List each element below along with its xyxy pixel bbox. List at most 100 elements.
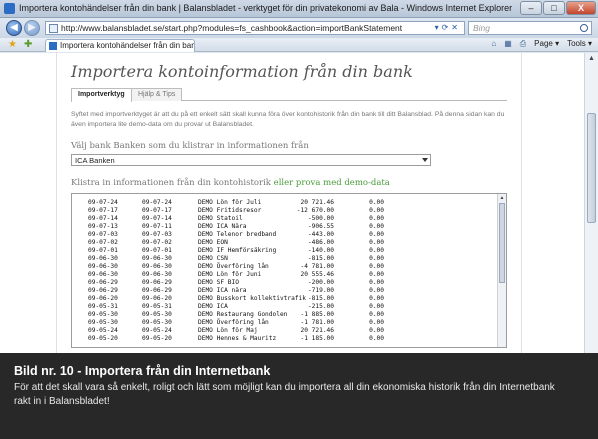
date-value: 09-06-30	[142, 255, 172, 262]
transaction-text: DEMO Busskort kollektivtrafik	[198, 295, 307, 302]
minimize-button[interactable]: –	[520, 1, 542, 15]
balance: 0.00	[369, 215, 384, 222]
caption-title: Bild nr. 10 - Importera från din Interne…	[14, 364, 271, 378]
amount: 20 721.46	[300, 327, 334, 334]
page-title: Importera kontoinformation från din bank	[71, 62, 413, 81]
date-value: 09-05-30	[142, 319, 172, 326]
tab-page-icon	[49, 42, 57, 50]
balance: 0.00	[369, 311, 384, 318]
transaction-text: DEMO CSN	[198, 255, 228, 262]
date-booked: 09-05-24	[88, 327, 118, 334]
bank-select-label: Välj bank Banken som du klistrar in info…	[71, 141, 309, 151]
transaction-row: 09-05-30 09-05-30 DEMO Restaurang Gondolen…	[72, 311, 492, 319]
search-placeholder: Bing	[473, 23, 491, 33]
paste-label-text: Klistra in informationen från din kontoh…	[71, 178, 271, 188]
transaction-text: DEMO Restaurang Gondolen	[198, 311, 288, 318]
search-icon[interactable]	[580, 24, 588, 32]
back-button[interactable]: ◀	[6, 20, 22, 36]
amount: -12 670.00	[296, 207, 334, 214]
address-input[interactable]: http://www.balansbladet.se/start.php?mod…	[45, 21, 465, 35]
transaction-text: DEMO Statoil	[198, 215, 243, 222]
balance: 0.00	[369, 295, 384, 302]
maximize-button[interactable]: □	[543, 1, 565, 15]
textarea-scrollbar[interactable]: ▲	[497, 194, 506, 347]
date-value: 09-07-11	[142, 223, 172, 230]
date-booked: 09-07-24	[88, 199, 118, 206]
scroll-thumb[interactable]	[587, 113, 596, 223]
balance: 0.00	[369, 319, 384, 326]
date-booked: 09-05-20	[88, 335, 118, 342]
scroll-up-icon[interactable]: ▲	[587, 55, 596, 64]
amount: -215.00	[307, 303, 334, 310]
amount: -443.00	[307, 231, 334, 238]
date-booked: 09-07-03	[88, 231, 118, 238]
content-panel: Importera kontoinformation från din bank…	[56, 53, 522, 353]
balance: 0.00	[369, 239, 384, 246]
date-value: 09-06-29	[142, 287, 172, 294]
tab-importverktyg[interactable]: Importverktyg	[71, 88, 132, 102]
date-booked: 09-05-31	[88, 303, 118, 310]
amount: -815.00	[307, 255, 334, 262]
transaction-row: 09-06-30 09-06-30 DEMO CSN -815.00 0.00	[72, 255, 492, 263]
intro-text: Syftet med importverktyget är att du på …	[71, 111, 505, 128]
date-value: 09-06-30	[142, 271, 172, 278]
balance: 0.00	[369, 263, 384, 270]
balance: 0.00	[369, 223, 384, 230]
page-menu[interactable]: Page ▾	[534, 39, 559, 49]
transaction-row: 09-05-31 09-05-31 DEMO ICA -215.00 0.00	[72, 303, 492, 311]
statement-textarea[interactable]: ▲ 09-07-24 09-07-24 DEMO Lön för Juli 20 72…	[71, 193, 507, 348]
amount: 20 721.46	[300, 199, 334, 206]
balance: 0.00	[369, 199, 384, 206]
date-booked: 09-06-30	[88, 271, 118, 278]
transaction-text: DEMO Hennes & Mauritz	[198, 335, 277, 342]
scroll-up-icon[interactable]: ▲	[499, 195, 505, 201]
browser-tab[interactable]: Importera kontohändelser från din bank |…	[45, 39, 195, 52]
date-value: 09-05-30	[142, 311, 172, 318]
page-scrollbar[interactable]: ▲	[584, 53, 598, 353]
bank-select[interactable]: ICA Banken	[71, 154, 431, 166]
balance: 0.00	[369, 207, 384, 214]
window-controls: – □ X	[520, 1, 596, 15]
balance: 0.00	[369, 335, 384, 342]
refresh-stop-icons[interactable]: ▾⟳✕	[435, 23, 461, 32]
balance: 0.00	[369, 255, 384, 262]
selected-bank: ICA Banken	[75, 156, 115, 165]
date-booked: 09-07-02	[88, 239, 118, 246]
date-booked: 09-06-30	[88, 255, 118, 262]
transaction-row: 09-07-01 09-07-01 DEMO IF Hemförsäkring -14…	[72, 247, 492, 255]
command-row: ★ ✚ Importera kontohändelser från din ba…	[0, 38, 598, 52]
tools-menu[interactable]: Tools ▾	[567, 39, 592, 49]
transaction-text: DEMO SF BIO	[198, 279, 239, 286]
forward-button[interactable]: ▶	[24, 20, 40, 36]
date-booked: 09-07-13	[88, 223, 118, 230]
close-button[interactable]: X	[566, 1, 596, 15]
add-favorites-icon[interactable]: ✚	[24, 39, 32, 50]
date-booked: 09-07-14	[88, 215, 118, 222]
transaction-row: 09-07-17 09-07-17 DEMO Fritidsresor -12 670…	[72, 207, 492, 215]
address-row: ◀ ▶ http://www.balansbladet.se/start.php…	[0, 18, 598, 38]
home-icon[interactable]: ⌂	[491, 39, 496, 49]
date-value: 09-05-31	[142, 303, 172, 310]
amount: -1 185.00	[300, 335, 334, 342]
scroll-thumb[interactable]	[499, 203, 505, 283]
search-input[interactable]: Bing	[468, 21, 592, 35]
demo-data-link[interactable]: eller prova med demo-data	[274, 178, 390, 188]
transaction-row: 09-05-20 09-05-20 DEMO Hennes & Mauritz -1 …	[72, 335, 492, 343]
transaction-text: DEMO EON	[198, 239, 228, 246]
page-icon	[49, 24, 58, 33]
transaction-text: DEMO ICA	[198, 303, 228, 310]
transaction-text: DEMO Fritidsresor	[198, 207, 262, 214]
date-booked: 09-06-29	[88, 279, 118, 286]
browser-window: Importera kontohändelser från din bank |…	[0, 0, 598, 439]
transaction-row: 09-06-20 09-06-20 DEMO Busskort kollektivt…	[72, 295, 492, 303]
print-icon[interactable]: ⎙	[520, 39, 526, 49]
amount: -815.00	[307, 295, 334, 302]
amount: -4 781.00	[300, 263, 334, 270]
chevron-down-icon[interactable]	[422, 158, 428, 162]
favorites-star-icon[interactable]: ★	[8, 39, 17, 50]
transaction-text: DEMO Lön för Maj	[198, 327, 258, 334]
balance: 0.00	[369, 303, 384, 310]
transaction-row: 09-06-30 09-06-30 DEMO Överföring lån -4 78…	[72, 263, 492, 271]
tab-hjalp-tips[interactable]: Hjälp & Tips	[131, 88, 183, 101]
feeds-icon[interactable]: ▦	[504, 39, 512, 49]
